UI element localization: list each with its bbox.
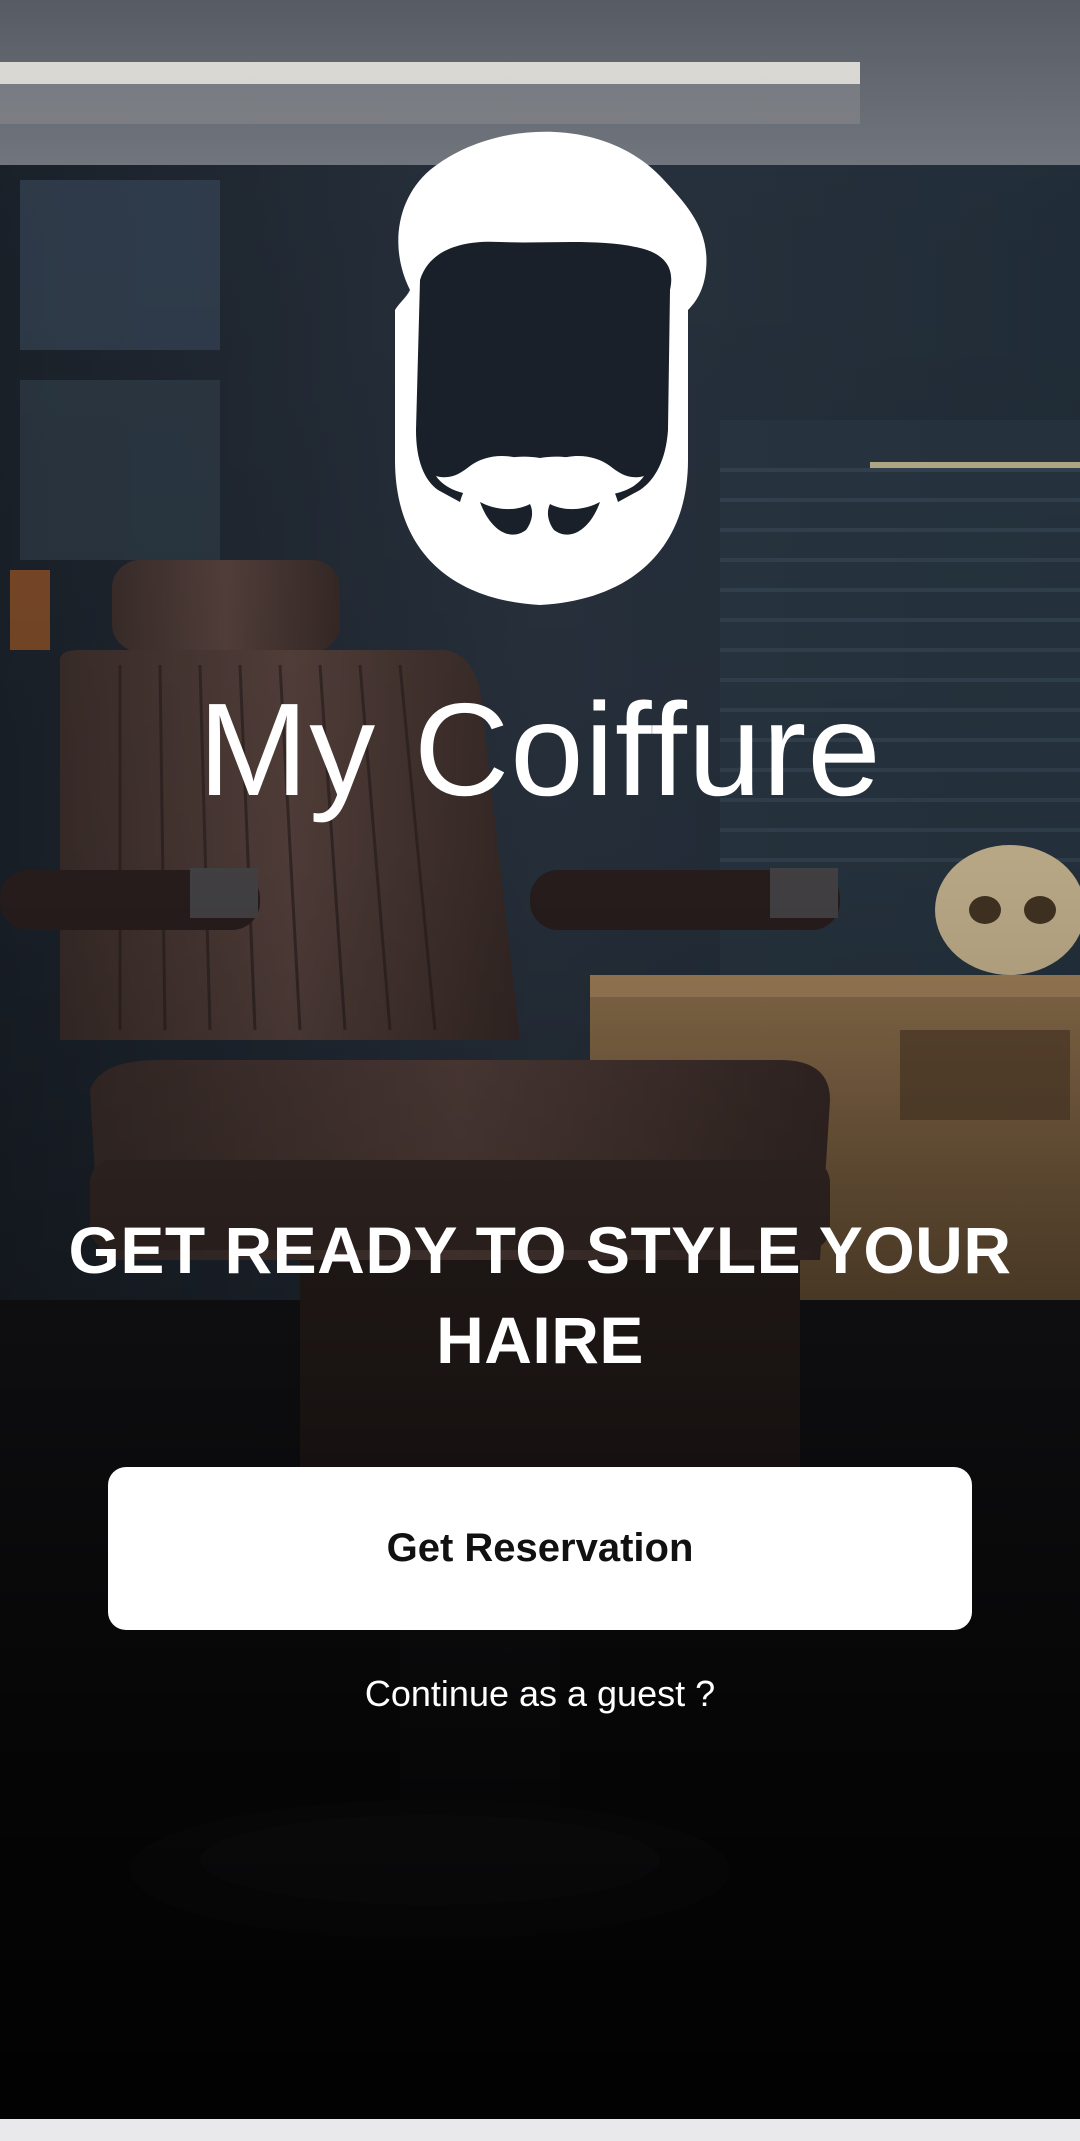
hero-tagline: GET READY TO STYLE YOUR HAIRE <box>68 1213 1012 1377</box>
get-reservation-button[interactable]: Get Reservation <box>108 1467 972 1630</box>
continue-as-guest-link[interactable]: Continue as a guest ? <box>0 1670 1080 1718</box>
get-reservation-label: Get Reservation <box>386 1526 694 1570</box>
system-navigation-bar <box>0 2119 1080 2141</box>
app-title: My Coiffure <box>198 676 882 823</box>
bearded-man-logo-icon <box>395 131 707 605</box>
welcome-screen: My Coiffure GET READY TO STYLE YOUR HAIR… <box>0 0 1080 2141</box>
